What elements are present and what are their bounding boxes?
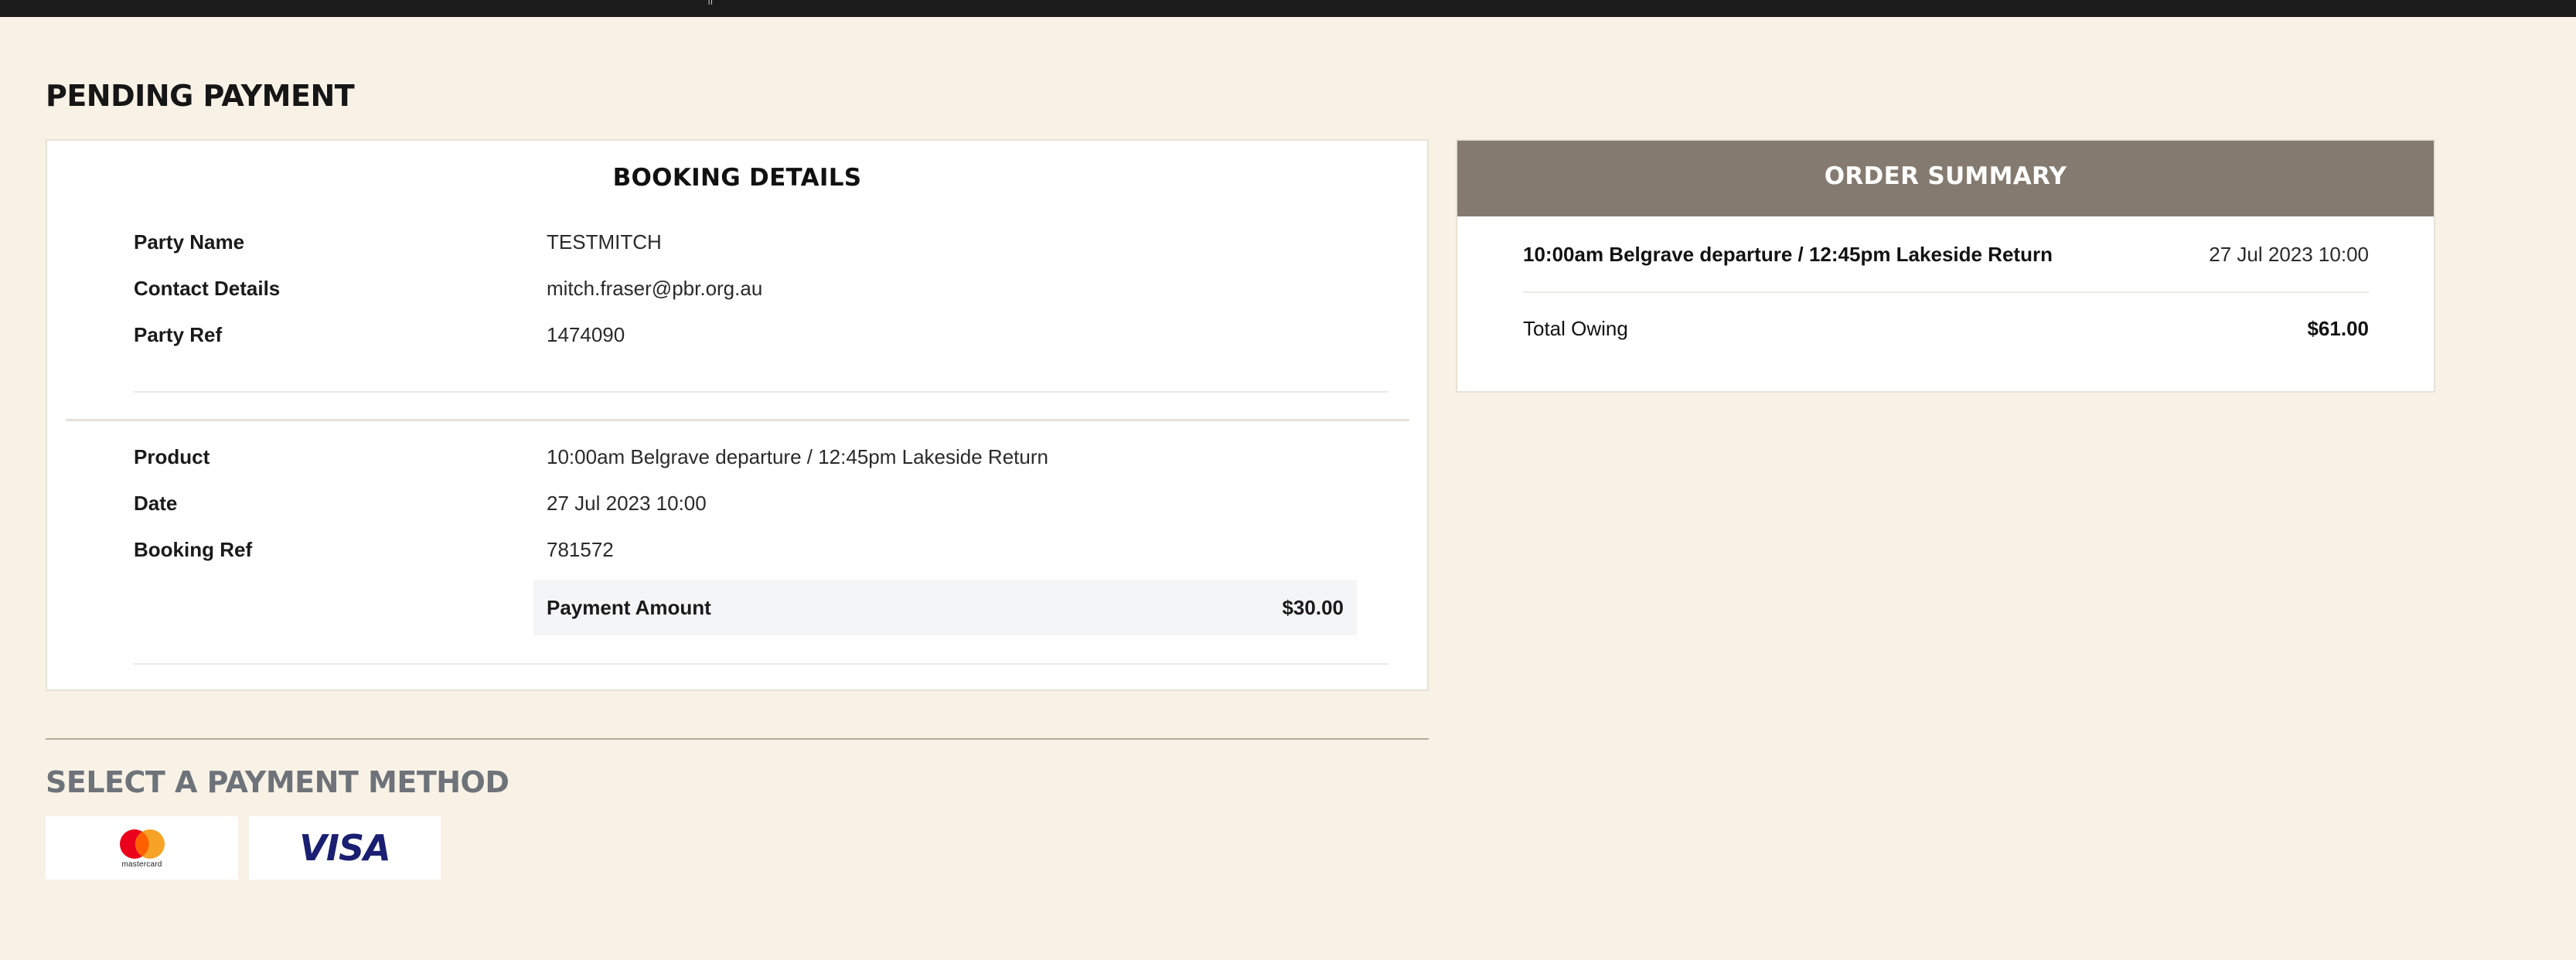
booking-details-title: BOOKING DETAILS: [612, 164, 862, 192]
summary-line-label: 10:00am Belgrave departure / 12:45pm Lak…: [1523, 243, 2053, 266]
contact-details-label: Contact Details: [134, 277, 281, 300]
party-name-label: Party Name: [134, 230, 245, 254]
summary-line-item: 10:00am Belgrave departure / 12:45pm Lak…: [1523, 239, 2369, 270]
contact-details-value: mitch.fraser@pbr.org.au: [547, 277, 763, 300]
date-value: 27 Jul 2023 10:00: [547, 492, 707, 515]
booking-ref-value: 781572: [547, 538, 614, 561]
payment-section-divider: [46, 738, 1429, 740]
top-bar-mark: ᥬᥬ: [708, 0, 714, 7]
order-summary-card: ORDER SUMMARY 10:00am Belgrave departure…: [1456, 139, 2435, 393]
top-bar: ᥬᥬ: [0, 0, 2576, 17]
booking-details-card: BOOKING DETAILS Party Name TESTMITCH Con…: [46, 139, 1429, 691]
summary-line-date: 27 Jul 2023 10:00: [2209, 243, 2369, 266]
page-title: PENDING PAYMENT: [46, 79, 355, 113]
total-owing-label: Total Owing: [1523, 317, 1628, 340]
order-summary-title: ORDER SUMMARY: [1824, 162, 2067, 190]
payment-amount-label: Payment Amount: [547, 596, 711, 619]
visa-option[interactable]: VISA: [249, 816, 441, 880]
booking-bottom-divider: [134, 663, 1389, 665]
date-label: Date: [134, 492, 178, 515]
mastercard-option[interactable]: mastercard: [46, 816, 238, 880]
party-name-value: TESTMITCH: [547, 230, 662, 254]
party-ref-label: Party Ref: [134, 323, 223, 346]
product-label: Product: [134, 445, 210, 468]
mastercard-icon: [120, 829, 165, 859]
section-divider-inner: [66, 419, 1409, 421]
total-owing-value: $61.00: [2307, 317, 2369, 340]
payment-method-title: SELECT A PAYMENT METHOD: [46, 765, 509, 799]
payment-amount-box: Payment Amount $30.00: [533, 580, 1357, 635]
payment-amount-value: $30.00: [1282, 596, 1344, 619]
product-value: 10:00am Belgrave departure / 12:45pm Lak…: [547, 445, 1048, 468]
booking-ref-label: Booking Ref: [134, 538, 253, 561]
party-divider: [134, 391, 1389, 393]
mastercard-wordmark: mastercard: [121, 860, 162, 869]
order-summary-header: ORDER SUMMARY: [1457, 141, 2434, 216]
summary-divider: [1523, 291, 2369, 293]
summary-total-row: Total Owing $61.00: [1523, 313, 2369, 344]
visa-icon: VISA: [299, 827, 390, 869]
party-ref-value: 1474090: [547, 323, 625, 346]
